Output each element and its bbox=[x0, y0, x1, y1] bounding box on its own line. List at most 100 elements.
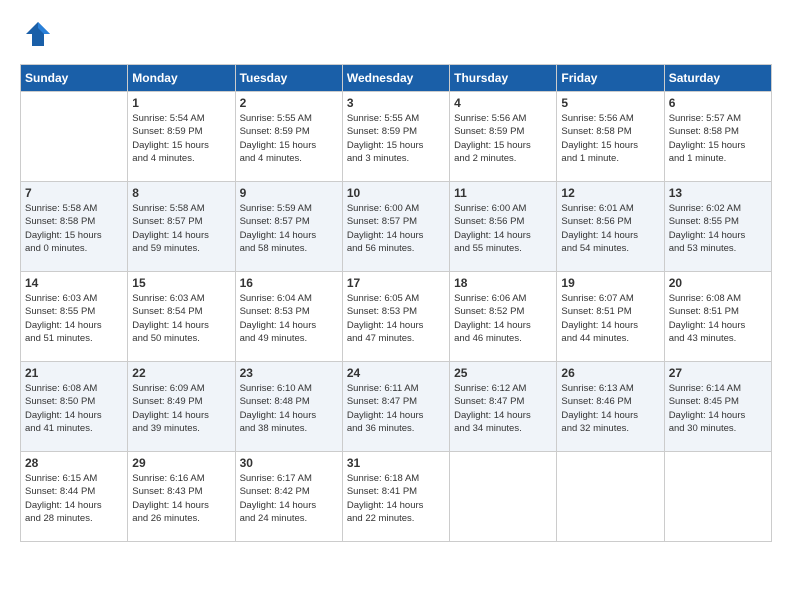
day-number: 31 bbox=[347, 456, 445, 470]
day-number: 19 bbox=[561, 276, 659, 290]
col-header-monday: Monday bbox=[128, 65, 235, 92]
day-number: 12 bbox=[561, 186, 659, 200]
day-info: Sunrise: 5:56 AM Sunset: 8:59 PM Dayligh… bbox=[454, 112, 552, 165]
day-info: Sunrise: 6:05 AM Sunset: 8:53 PM Dayligh… bbox=[347, 292, 445, 345]
calendar-cell: 20 Sunrise: 6:08 AM Sunset: 8:51 PM Dayli… bbox=[664, 272, 771, 362]
calendar-cell: 30 Sunrise: 6:17 AM Sunset: 8:42 PM Dayli… bbox=[235, 452, 342, 542]
calendar-cell: 12 Sunrise: 6:01 AM Sunset: 8:56 PM Dayli… bbox=[557, 182, 664, 272]
day-number: 22 bbox=[132, 366, 230, 380]
day-number: 3 bbox=[347, 96, 445, 110]
calendar-cell: 21 Sunrise: 6:08 AM Sunset: 8:50 PM Dayli… bbox=[21, 362, 128, 452]
day-info: Sunrise: 5:56 AM Sunset: 8:58 PM Dayligh… bbox=[561, 112, 659, 165]
calendar-cell: 2 Sunrise: 5:55 AM Sunset: 8:59 PM Daylig… bbox=[235, 92, 342, 182]
day-info: Sunrise: 5:55 AM Sunset: 8:59 PM Dayligh… bbox=[347, 112, 445, 165]
calendar-cell: 1Sunrise: 5:54 AM Sunset: 8:59 PM Daylig… bbox=[128, 92, 235, 182]
day-info: Sunrise: 6:00 AM Sunset: 8:57 PM Dayligh… bbox=[347, 202, 445, 255]
day-number: 30 bbox=[240, 456, 338, 470]
calendar-cell: 3 Sunrise: 5:55 AM Sunset: 8:59 PM Daylig… bbox=[342, 92, 449, 182]
col-header-wednesday: Wednesday bbox=[342, 65, 449, 92]
day-number: 21 bbox=[25, 366, 123, 380]
calendar-week-row: 14 Sunrise: 6:03 AM Sunset: 8:55 PM Dayli… bbox=[21, 272, 772, 362]
calendar-cell: 24 Sunrise: 6:11 AM Sunset: 8:47 PM Dayli… bbox=[342, 362, 449, 452]
day-info: Sunrise: 5:58 AM Sunset: 8:57 PM Dayligh… bbox=[132, 202, 230, 255]
logo-icon bbox=[24, 20, 52, 48]
day-info: Sunrise: 6:15 AM Sunset: 8:44 PM Dayligh… bbox=[25, 472, 123, 525]
day-info: Sunrise: 6:07 AM Sunset: 8:51 PM Dayligh… bbox=[561, 292, 659, 345]
day-number: 4 bbox=[454, 96, 552, 110]
calendar-cell: 15 Sunrise: 6:03 AM Sunset: 8:54 PM Dayli… bbox=[128, 272, 235, 362]
day-number: 17 bbox=[347, 276, 445, 290]
calendar-cell: 13 Sunrise: 6:02 AM Sunset: 8:55 PM Dayli… bbox=[664, 182, 771, 272]
calendar-cell: 25 Sunrise: 6:12 AM Sunset: 8:47 PM Dayli… bbox=[450, 362, 557, 452]
calendar-cell: 10Sunrise: 6:00 AM Sunset: 8:57 PM Dayli… bbox=[342, 182, 449, 272]
day-info: Sunrise: 6:03 AM Sunset: 8:55 PM Dayligh… bbox=[25, 292, 123, 345]
day-number: 23 bbox=[240, 366, 338, 380]
col-header-saturday: Saturday bbox=[664, 65, 771, 92]
day-info: Sunrise: 6:17 AM Sunset: 8:42 PM Dayligh… bbox=[240, 472, 338, 525]
day-number: 8 bbox=[132, 186, 230, 200]
day-number: 25 bbox=[454, 366, 552, 380]
day-info: Sunrise: 6:11 AM Sunset: 8:47 PM Dayligh… bbox=[347, 382, 445, 435]
day-info: Sunrise: 6:02 AM Sunset: 8:55 PM Dayligh… bbox=[669, 202, 767, 255]
day-info: Sunrise: 6:09 AM Sunset: 8:49 PM Dayligh… bbox=[132, 382, 230, 435]
calendar-cell: 11 Sunrise: 6:00 AM Sunset: 8:56 PM Dayli… bbox=[450, 182, 557, 272]
calendar-cell bbox=[557, 452, 664, 542]
day-info: Sunrise: 5:55 AM Sunset: 8:59 PM Dayligh… bbox=[240, 112, 338, 165]
calendar-cell: 14 Sunrise: 6:03 AM Sunset: 8:55 PM Dayli… bbox=[21, 272, 128, 362]
day-info: Sunrise: 6:04 AM Sunset: 8:53 PM Dayligh… bbox=[240, 292, 338, 345]
calendar-week-row: 21 Sunrise: 6:08 AM Sunset: 8:50 PM Dayli… bbox=[21, 362, 772, 452]
calendar-cell: 28 Sunrise: 6:15 AM Sunset: 8:44 PM Dayli… bbox=[21, 452, 128, 542]
day-info: Sunrise: 6:08 AM Sunset: 8:51 PM Dayligh… bbox=[669, 292, 767, 345]
calendar-cell: 29Sunrise: 6:16 AM Sunset: 8:43 PM Dayli… bbox=[128, 452, 235, 542]
day-info: Sunrise: 6:13 AM Sunset: 8:46 PM Dayligh… bbox=[561, 382, 659, 435]
day-info: Sunrise: 6:12 AM Sunset: 8:47 PM Dayligh… bbox=[454, 382, 552, 435]
day-number: 16 bbox=[240, 276, 338, 290]
day-number: 6 bbox=[669, 96, 767, 110]
day-info: Sunrise: 5:57 AM Sunset: 8:58 PM Dayligh… bbox=[669, 112, 767, 165]
day-number: 24 bbox=[347, 366, 445, 380]
day-number: 9 bbox=[240, 186, 338, 200]
day-info: Sunrise: 6:06 AM Sunset: 8:52 PM Dayligh… bbox=[454, 292, 552, 345]
calendar-cell: 31 Sunrise: 6:18 AM Sunset: 8:41 PM Dayli… bbox=[342, 452, 449, 542]
calendar-table: SundayMondayTuesdayWednesdayThursdayFrid… bbox=[20, 64, 772, 542]
day-number: 28 bbox=[25, 456, 123, 470]
day-info: Sunrise: 6:18 AM Sunset: 8:41 PM Dayligh… bbox=[347, 472, 445, 525]
page-header bbox=[20, 20, 772, 48]
day-info: Sunrise: 6:01 AM Sunset: 8:56 PM Dayligh… bbox=[561, 202, 659, 255]
calendar-cell: 6 Sunrise: 5:57 AM Sunset: 8:58 PM Daylig… bbox=[664, 92, 771, 182]
day-number: 11 bbox=[454, 186, 552, 200]
calendar-cell: 8 Sunrise: 5:58 AM Sunset: 8:57 PM Daylig… bbox=[128, 182, 235, 272]
calendar-cell: 22 Sunrise: 6:09 AM Sunset: 8:49 PM Dayli… bbox=[128, 362, 235, 452]
col-header-sunday: Sunday bbox=[21, 65, 128, 92]
calendar-cell: 18Sunrise: 6:06 AM Sunset: 8:52 PM Dayli… bbox=[450, 272, 557, 362]
calendar-cell: 9Sunrise: 5:59 AM Sunset: 8:57 PM Daylig… bbox=[235, 182, 342, 272]
day-info: Sunrise: 6:03 AM Sunset: 8:54 PM Dayligh… bbox=[132, 292, 230, 345]
col-header-thursday: Thursday bbox=[450, 65, 557, 92]
calendar-cell: 27Sunrise: 6:14 AM Sunset: 8:45 PM Dayli… bbox=[664, 362, 771, 452]
calendar-cell: 5 Sunrise: 5:56 AM Sunset: 8:58 PM Daylig… bbox=[557, 92, 664, 182]
col-header-tuesday: Tuesday bbox=[235, 65, 342, 92]
calendar-week-row: 7Sunrise: 5:58 AM Sunset: 8:58 PM Daylig… bbox=[21, 182, 772, 272]
calendar-week-row: 28 Sunrise: 6:15 AM Sunset: 8:44 PM Dayli… bbox=[21, 452, 772, 542]
day-number: 14 bbox=[25, 276, 123, 290]
calendar-cell bbox=[21, 92, 128, 182]
calendar-cell: 7Sunrise: 5:58 AM Sunset: 8:58 PM Daylig… bbox=[21, 182, 128, 272]
day-number: 15 bbox=[132, 276, 230, 290]
day-info: Sunrise: 6:14 AM Sunset: 8:45 PM Dayligh… bbox=[669, 382, 767, 435]
day-info: Sunrise: 6:08 AM Sunset: 8:50 PM Dayligh… bbox=[25, 382, 123, 435]
calendar-cell bbox=[450, 452, 557, 542]
calendar-cell: 16 Sunrise: 6:04 AM Sunset: 8:53 PM Dayli… bbox=[235, 272, 342, 362]
day-number: 29 bbox=[132, 456, 230, 470]
day-number: 5 bbox=[561, 96, 659, 110]
logo bbox=[20, 20, 52, 48]
day-number: 20 bbox=[669, 276, 767, 290]
calendar-header-row: SundayMondayTuesdayWednesdayThursdayFrid… bbox=[21, 65, 772, 92]
col-header-friday: Friday bbox=[557, 65, 664, 92]
day-number: 13 bbox=[669, 186, 767, 200]
day-info: Sunrise: 6:10 AM Sunset: 8:48 PM Dayligh… bbox=[240, 382, 338, 435]
day-info: Sunrise: 6:00 AM Sunset: 8:56 PM Dayligh… bbox=[454, 202, 552, 255]
day-number: 1 bbox=[132, 96, 230, 110]
calendar-cell: 17 Sunrise: 6:05 AM Sunset: 8:53 PM Dayli… bbox=[342, 272, 449, 362]
calendar-cell bbox=[664, 452, 771, 542]
day-number: 2 bbox=[240, 96, 338, 110]
